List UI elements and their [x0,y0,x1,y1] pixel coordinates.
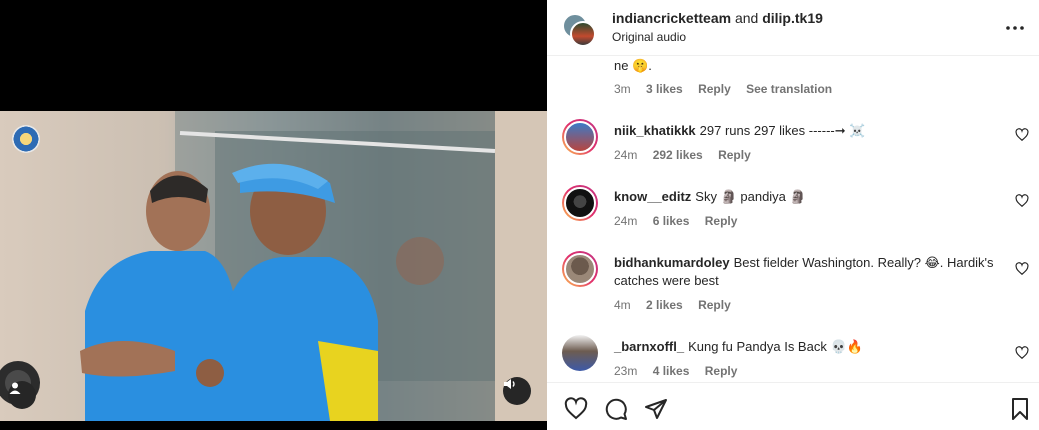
comment-username[interactable]: niik_khatikkk [614,123,696,138]
heart-icon[interactable] [1015,262,1029,276]
reply-button[interactable]: Reply [705,214,738,228]
post-side-panel: indiancricketteam and dilip.tk19 Origina… [547,0,1039,430]
reply-button[interactable]: Reply [705,364,738,378]
comment-username[interactable]: know__editz [614,189,691,204]
author-link-primary[interactable]: indiancricketteam [612,10,731,26]
video-scene [0,111,547,421]
comment-likes[interactable]: 6 likes [653,214,690,228]
speaker-icon[interactable] [503,377,531,405]
comment-username[interactable]: _barnxoffl_ [614,339,684,354]
author-link-secondary[interactable]: dilip.tk19 [762,10,823,26]
comment-time: 23m [614,364,638,378]
comment-text: Kung fu Pandya Is Back 💀🔥 [688,339,863,354]
comment-text-block: bidhankumardoley Best fielder Washington.… [614,254,994,290]
comment-text-partial: ne 🤫. [614,58,652,73]
video-frame[interactable] [0,111,547,421]
collab-avatars[interactable] [562,13,596,47]
reply-button[interactable]: Reply [698,82,731,96]
see-translation-link[interactable]: See translation [746,82,832,96]
avatar[interactable] [562,335,598,371]
comment-meta: 3m 3 likes Reply See translation [614,82,844,96]
audio-label[interactable]: Original audio [612,30,686,44]
comment-meta: 24m 292 likes Reply [614,148,763,162]
heart-icon[interactable] [1015,194,1029,208]
post-header: indiancricketteam and dilip.tk19 Origina… [547,0,1039,56]
bookmark-icon[interactable] [1007,397,1033,421]
comment-likes[interactable]: 4 likes [653,364,690,378]
comment-likes[interactable]: 292 likes [653,148,703,162]
comment-meta: 24m 6 likes Reply [614,214,749,228]
comment-time: 4m [614,298,631,312]
avatar[interactable] [562,119,598,155]
send-icon[interactable] [643,397,669,421]
heart-icon[interactable] [1015,128,1029,142]
comment-text-block: niik_khatikkk 297 runs 297 likes ------➞ … [614,122,994,140]
comment-text: Sky 🗿 pandiya 🗿 [695,189,806,204]
comment-time: 24m [614,214,638,228]
like-heart-icon[interactable] [563,397,589,421]
comment-icon[interactable] [603,397,629,421]
comment-text: 297 runs 297 likes ------➞ ☠️ [699,123,866,138]
avatar[interactable] [562,185,598,221]
user-tag-icon[interactable] [8,381,36,409]
comment-time: 3m [614,82,631,96]
avatar[interactable] [562,251,598,287]
comment-text-block: _barnxoffl_ Kung fu Pandya Is Back 💀🔥 [614,338,994,356]
comment-text-block: know__editz Sky 🗿 pandiya 🗿 [614,188,994,206]
reply-button[interactable]: Reply [698,298,731,312]
comments-list[interactable]: ne 🤫. 3m 3 likes Reply See translation n… [547,56,1039,382]
post-authors: indiancricketteam and dilip.tk19 [612,10,823,26]
more-options-icon[interactable] [1003,16,1027,40]
comment-time: 24m [614,148,638,162]
avatar [570,21,596,47]
authors-conjunction: and [734,10,759,26]
comment-likes[interactable]: 2 likes [646,298,683,312]
post-action-bar [547,382,1039,430]
comment-likes[interactable]: 3 likes [646,82,683,96]
heart-icon[interactable] [1015,346,1029,360]
media-viewer [0,0,547,430]
comment-meta: 4m 2 likes Reply [614,298,743,312]
comment-username[interactable]: bidhankumardoley [614,255,730,270]
reply-button[interactable]: Reply [718,148,751,162]
bcci-logo [12,125,40,153]
comment-meta: 23m 4 likes Reply [614,364,749,378]
